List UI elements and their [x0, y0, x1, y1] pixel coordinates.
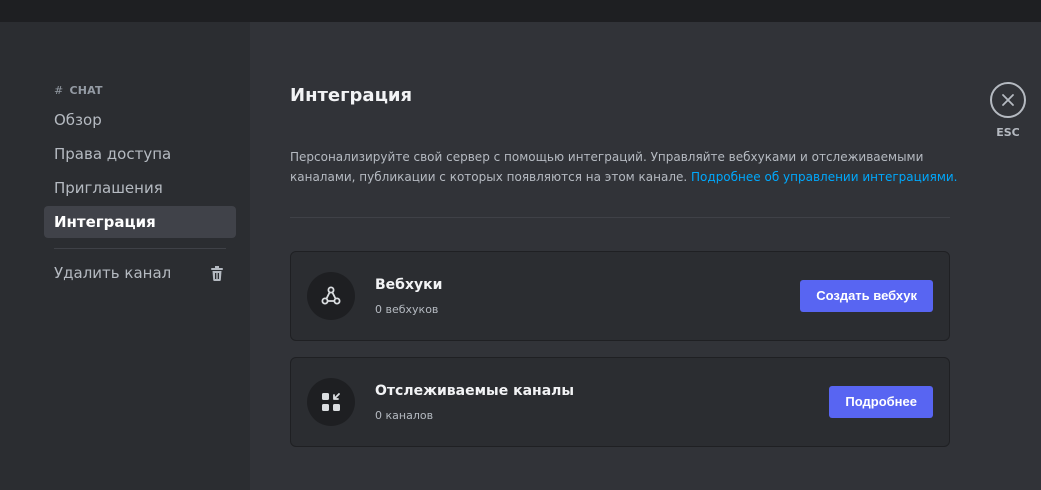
trash-icon: [211, 266, 223, 281]
sidebar-section-header: # CHAT: [54, 84, 103, 97]
followed-channels-icon: [307, 378, 355, 426]
main-content: Интеграция Персонализируйте свой сервер …: [250, 22, 1041, 490]
page-title: Интеграция: [290, 85, 413, 106]
learn-more-button[interactable]: Подробнее: [829, 386, 933, 418]
webhooks-card: Вебхуки 0 вебхуков Создать вебхук: [290, 251, 950, 341]
close-icon: [1002, 94, 1014, 106]
sidebar-item-invites[interactable]: Приглашения: [44, 172, 236, 204]
channel-name: CHAT: [69, 84, 103, 97]
followed-channels-title: Отслеживаемые каналы: [375, 383, 575, 399]
settings-sidebar: # CHAT Обзор Права доступа Приглашения И…: [0, 22, 250, 490]
sidebar-item-integrations[interactable]: Интеграция: [44, 206, 236, 238]
sidebar-item-permissions[interactable]: Права доступа: [44, 138, 236, 170]
page-description: Персонализируйте свой сервер с помощью и…: [290, 147, 970, 187]
learn-more-link[interactable]: Подробнее об управлении интеграциями.: [691, 170, 957, 184]
esc-label: ESC: [996, 126, 1020, 139]
webhooks-title: Вебхуки: [375, 277, 443, 293]
close-button[interactable]: [990, 82, 1026, 118]
create-webhook-button[interactable]: Создать вебхук: [800, 280, 933, 312]
hash-icon: #: [54, 84, 64, 97]
sidebar-item-delete-channel[interactable]: Удалить канал: [44, 257, 236, 289]
title-bar: [0, 0, 1041, 22]
sidebar-divider: [54, 248, 226, 249]
webhook-icon: [307, 272, 355, 320]
content-divider: [290, 217, 950, 218]
webhooks-count: 0 вебхуков: [375, 303, 439, 316]
delete-channel-label: Удалить канал: [54, 264, 172, 282]
sidebar-item-overview[interactable]: Обзор: [44, 104, 236, 136]
followed-channels-count: 0 каналов: [375, 409, 434, 422]
followed-channels-card: Отслеживаемые каналы 0 каналов Подробнее: [290, 357, 950, 447]
